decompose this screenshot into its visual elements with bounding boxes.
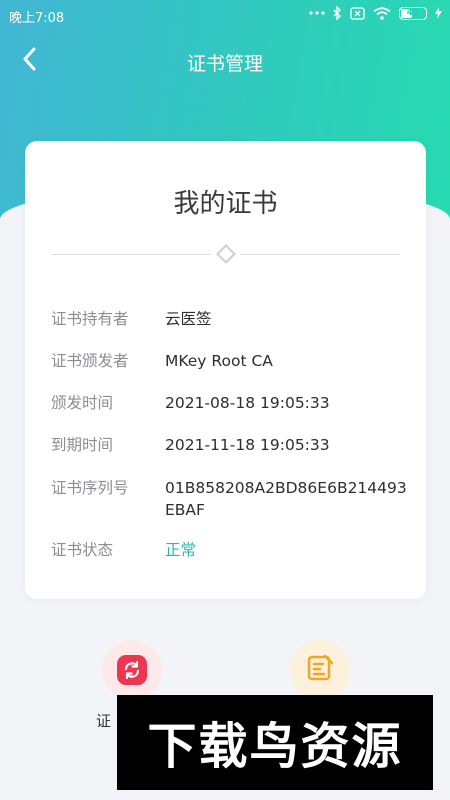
divider bbox=[51, 244, 400, 264]
renew-certificate-button[interactable] bbox=[102, 640, 162, 700]
status-icons: 41 bbox=[309, 6, 442, 20]
info-value: 2021-08-18 19:05:33 bbox=[165, 394, 330, 412]
info-value: 2021-11-18 19:05:33 bbox=[165, 436, 330, 454]
diamond-icon bbox=[215, 244, 236, 264]
info-label: 证书状态 bbox=[51, 541, 114, 559]
wifi-icon bbox=[373, 6, 391, 20]
status-bar: 晚上7:08 41 bbox=[0, 0, 450, 32]
update-certificate-button[interactable] bbox=[290, 640, 350, 700]
edit-doc-icon bbox=[305, 653, 335, 687]
charging-icon bbox=[435, 7, 442, 19]
info-value: 01B858208A2BD86E6B214493EBAF bbox=[165, 479, 407, 519]
renew-label: 证 bbox=[96, 712, 112, 730]
status-time: 晚上7:08 bbox=[9, 11, 65, 26]
page-title: 证书管理 bbox=[186, 53, 263, 75]
battery-level: 41 bbox=[406, 8, 420, 18]
battery-icon: 41 bbox=[399, 6, 427, 20]
info-label: 证书序列号 bbox=[51, 479, 129, 497]
nav-bar: 证书管理 bbox=[0, 32, 450, 88]
info-label: 到期时间 bbox=[51, 436, 114, 454]
more-dots-icon bbox=[309, 10, 325, 16]
certificate-card: 我的证书 证书持有者 云医签 证书颁发者 MKey Root CA 颁发时间 2… bbox=[25, 141, 426, 599]
info-value: 云医签 bbox=[165, 310, 212, 328]
refresh-icon bbox=[117, 655, 147, 685]
card-title: 我的证书 bbox=[173, 189, 278, 219]
info-label: 颁发时间 bbox=[51, 394, 114, 412]
bluetooth-icon bbox=[333, 6, 342, 20]
info-label: 证书持有者 bbox=[51, 310, 129, 328]
watermark-banner: 下载鸟资源 bbox=[117, 695, 433, 790]
info-value: MKey Root CA bbox=[165, 352, 273, 370]
info-label: 证书颁发者 bbox=[51, 352, 129, 370]
sim-off-icon bbox=[350, 6, 365, 20]
status-value: 正常 bbox=[165, 541, 197, 559]
watermark-text: 下载鸟资源 bbox=[147, 718, 403, 775]
